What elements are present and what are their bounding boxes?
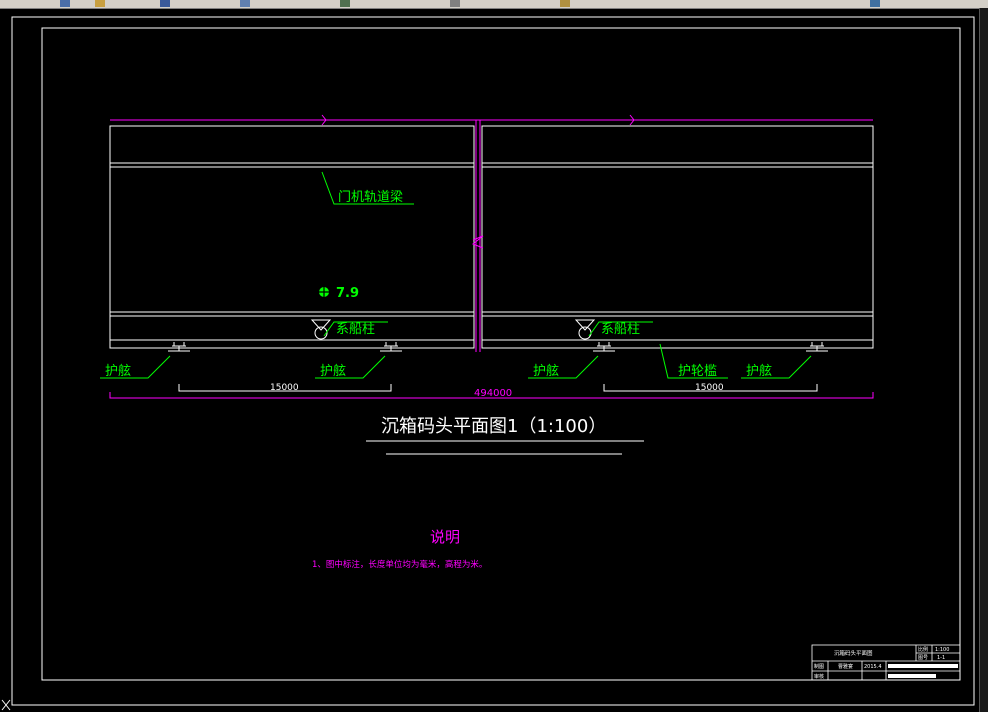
spacing-dim-left: 15000 <box>270 383 299 393</box>
bollard-icon <box>578 326 592 340</box>
title-block-bar <box>888 664 958 668</box>
caisson-left <box>109 125 475 349</box>
bollard-icon <box>574 319 596 331</box>
drawing-scrollbar[interactable] <box>979 8 988 712</box>
crane-beam-label: 门机轨道梁 <box>338 190 403 205</box>
fender-label-4: 护舷 <box>746 363 772 379</box>
fender-label-2: 护舷 <box>320 363 346 379</box>
notes-line: 1、图中标注，长度单位均为毫米，高程为米。 <box>312 559 487 570</box>
title-block-name: 沉箱码头平面图 <box>834 649 873 657</box>
drawing-canvas[interactable]: 门机轨道梁 7.9 系船柱 系船柱 护舷 护舷 护舷 护舷 护轮槛 15000 … <box>0 8 980 712</box>
caisson-right <box>481 125 874 349</box>
help-icon[interactable] <box>870 0 880 7</box>
elevation-value: 7.9 <box>336 286 359 301</box>
bollard-icon <box>314 326 328 340</box>
title-block-date: 2015.4 <box>864 664 882 670</box>
title-block-sheet-label: 图号 <box>918 655 928 661</box>
title-block-check-label: 审核 <box>814 673 824 680</box>
spacing-dim-right: 15000 <box>695 383 724 393</box>
pan-icon[interactable] <box>240 0 250 7</box>
wheel-guard-label: 护轮槛 <box>678 364 717 379</box>
settings-icon[interactable] <box>560 0 570 7</box>
fender-icon <box>168 342 828 352</box>
fender-label-1: 护舷 <box>105 363 131 379</box>
undo-icon[interactable] <box>60 0 70 7</box>
ucs-icon <box>1 699 11 711</box>
title-block-drawn-name: 曹雅宴 <box>838 663 853 670</box>
total-dim: 494000 <box>474 388 512 399</box>
title-block-scale-label: 比例 <box>918 646 928 653</box>
bollard-icon <box>310 319 332 331</box>
title-block-drawn-label: 制图 <box>814 663 824 670</box>
title-block-sheet-value: 1-1 <box>937 655 945 661</box>
notes-title: 说明 <box>430 528 460 546</box>
layer-icon[interactable] <box>450 0 460 7</box>
zoom-icon[interactable] <box>160 0 170 7</box>
drawing-title: 沉箱码头平面图1（1:100） <box>381 416 606 437</box>
bollard-label-1: 系船柱 <box>336 322 375 337</box>
properties-icon[interactable] <box>340 0 350 7</box>
title-block-scale-value: 1:100 <box>935 647 949 653</box>
title-block-bar <box>888 674 936 678</box>
redo-icon[interactable] <box>95 0 105 7</box>
bollard-label-2: 系船柱 <box>601 322 640 337</box>
fender-label-3: 护舷 <box>533 363 559 379</box>
